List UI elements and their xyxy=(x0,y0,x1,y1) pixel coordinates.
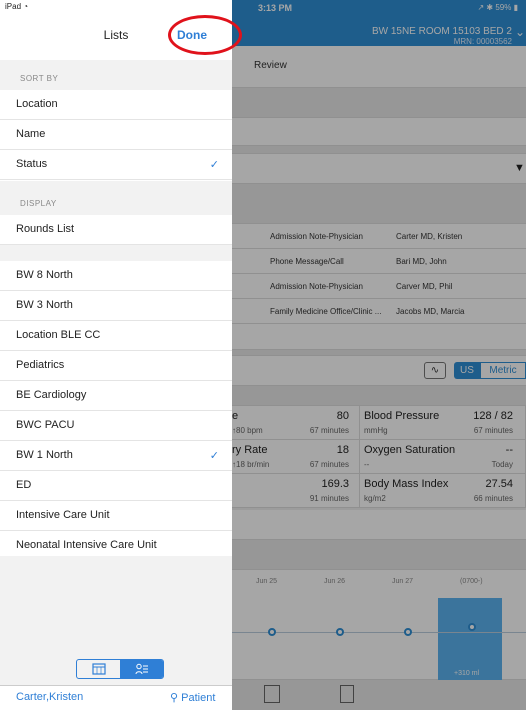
list-item-label: Location BLE CC xyxy=(16,329,101,341)
list-item-label: Location xyxy=(16,98,58,110)
list-item-label: BWC PACU xyxy=(16,419,75,431)
list-item-label: BW 3 North xyxy=(16,299,73,311)
view-segmented-control[interactable] xyxy=(76,659,164,679)
list-item[interactable]: BW 8 North xyxy=(0,261,232,291)
list-item-label: ED xyxy=(16,479,32,491)
list-item-label: BW 1 North xyxy=(16,449,73,461)
list-item[interactable]: ED xyxy=(0,471,232,501)
search-icon: ⚲ xyxy=(170,692,179,704)
list-item-label: BW 8 North xyxy=(16,269,73,281)
lists-panel: iPad ◔ Lists Done SORT BY Location Name St… xyxy=(0,0,242,710)
list-item[interactable]: Status ✓ xyxy=(0,150,232,180)
patient-list-icon[interactable] xyxy=(120,660,163,678)
section-spacer xyxy=(0,245,232,261)
list-item[interactable]: BWC PACU xyxy=(0,411,232,441)
checkmark-icon: ✓ xyxy=(209,450,219,462)
highlight-circle xyxy=(168,15,242,55)
calendar-icon[interactable] xyxy=(77,660,120,678)
list-item[interactable]: Location xyxy=(0,90,232,120)
list-item[interactable]: Pediatrics xyxy=(0,351,232,381)
list-item-label: Neonatal Intensive Care Unit xyxy=(16,539,157,551)
sort-by-header: SORT BY xyxy=(0,60,232,90)
list-item[interactable]: BW 3 North xyxy=(0,291,232,321)
list-item-label: Intensive Care Unit xyxy=(16,509,110,521)
list-item[interactable]: Rounds List xyxy=(0,215,232,245)
list-item-label: Rounds List xyxy=(16,223,75,235)
list-item[interactable]: Intensive Care Unit xyxy=(0,501,232,531)
dim-overlay[interactable] xyxy=(232,0,526,710)
list-item-label: Name xyxy=(16,128,46,140)
list-item-label: Status xyxy=(16,158,48,170)
patient-search-button[interactable]: ⚲ Patient xyxy=(170,691,215,704)
list-item[interactable]: Location BLE CC xyxy=(0,321,232,351)
list-item-label: Pediatrics xyxy=(16,359,65,371)
checkmark-icon: ✓ xyxy=(209,159,219,171)
display-header: DISPLAY xyxy=(0,181,232,215)
divider xyxy=(0,685,232,686)
user-name-button[interactable]: Carter,Kristen xyxy=(16,691,83,703)
list-item[interactable]: Name xyxy=(0,120,232,150)
status-carrier: iPad ◔ xyxy=(5,2,29,11)
list-item[interactable]: BE Cardiology xyxy=(0,381,232,411)
list-item-label: BE Cardiology xyxy=(16,389,87,401)
list-item[interactable]: BW 1 North ✓ xyxy=(0,441,232,471)
